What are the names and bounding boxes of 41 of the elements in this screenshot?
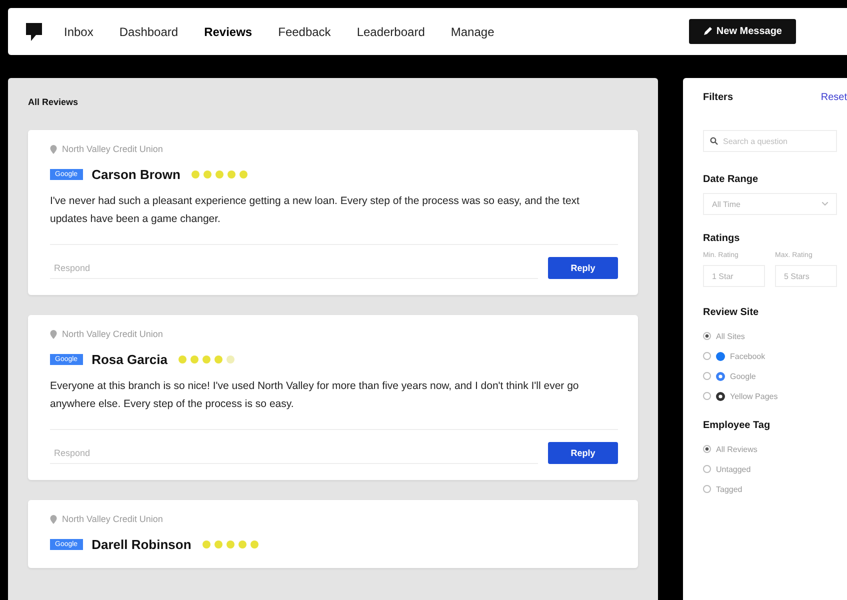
circle-logo-icon: [716, 352, 725, 360]
reviewer-name: Darell Robinson: [92, 537, 192, 552]
search-icon: [710, 137, 718, 145]
nav-link[interactable]: Feedback: [278, 24, 331, 38]
map-pin-icon: [50, 330, 57, 338]
nav-link[interactable]: Dashboard: [119, 24, 178, 38]
filters-title: Filters: [703, 92, 734, 103]
radio-button[interactable]: [703, 372, 711, 380]
radio-button[interactable]: [703, 445, 711, 453]
nav-link[interactable]: Leaderboard: [356, 24, 425, 38]
reviewer-name: Rosa Garcia: [92, 352, 168, 367]
radio-button[interactable]: [703, 352, 711, 360]
section-label: Ratings: [703, 233, 741, 244]
radio-button[interactable]: [703, 485, 711, 493]
nav-link[interactable]: Inbox: [64, 24, 94, 38]
radio-button[interactable]: [703, 465, 711, 473]
chevron-icon: [822, 202, 828, 206]
map-pin-icon: [50, 144, 57, 154]
location-text: North Valley Credit Union: [62, 144, 163, 154]
section-label: Review Site: [703, 307, 760, 318]
map-pin-icon: [50, 514, 57, 524]
radio-button[interactable]: [703, 392, 711, 400]
review-text: I've never had such a pleasant experience getting a new loan. Every step of the process was so easy, and the text updates have been a game changer.: [50, 194, 580, 227]
tab[interactable]: All Reviews: [28, 97, 78, 107]
section-label: Date Range: [703, 174, 760, 185]
reply-button[interactable]: Reply: [548, 257, 618, 279]
search-field[interactable]: Search a question: [703, 130, 837, 152]
new-message-button[interactable]: New Message: [689, 19, 796, 44]
section-label: Employee Tag: [703, 420, 772, 431]
nav-link[interactable]: Manage: [450, 24, 494, 38]
logo-icon: [26, 22, 42, 40]
reset-link[interactable]: Reset: [820, 92, 847, 103]
reply-button[interactable]: Reply: [548, 442, 618, 464]
circle-logo-icon: [716, 372, 725, 380]
pencil-icon: [703, 27, 712, 36]
radio-button[interactable]: [703, 332, 711, 340]
location-text: North Valley Credit Union: [62, 514, 163, 524]
nav-link[interactable]: Reviews: [204, 24, 252, 38]
review-text: Everyone at this branch is so nice! I've used North Valley for more than five years now, and I don't think I'll ever go anywhere else. Every step of the process is so easy.: [50, 379, 580, 412]
location-text: North Valley Credit Union: [62, 329, 163, 339]
reviewer-name: Carson Brown: [92, 167, 180, 182]
